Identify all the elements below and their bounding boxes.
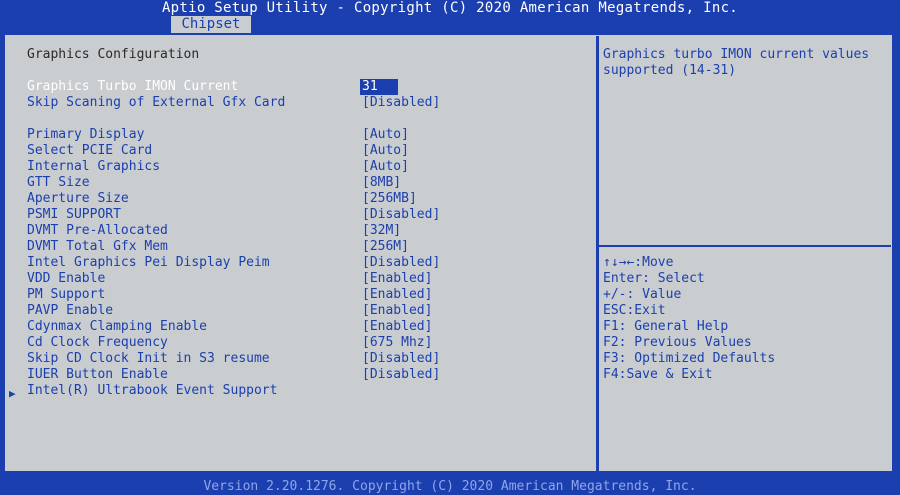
setting-label: Intel Graphics Pei Display Peim [27, 255, 270, 270]
setting-row-iuer-button-enable[interactable]: IUER Button Enable [Disabled] [27, 367, 587, 383]
setting-value[interactable]: [Disabled] [362, 255, 440, 271]
setting-label: DVMT Total Gfx Mem [27, 239, 168, 254]
section-heading: Graphics Configuration [27, 47, 200, 62]
key-hint-value: +/-: Value [603, 287, 682, 302]
setting-value[interactable]: [Disabled] [362, 367, 440, 383]
setting-label: Cd Clock Frequency [27, 335, 168, 350]
setting-label: PSMI SUPPORT [27, 207, 121, 222]
setting-label: Skip Scaning of External Gfx Card [27, 95, 286, 110]
key-hint-move: ↑↓→←:Move [603, 255, 674, 270]
setting-label: Skip CD Clock Init in S3 resume [27, 351, 270, 366]
setting-value[interactable]: [Auto] [362, 159, 409, 175]
setting-label: Graphics Turbo IMON Current [27, 79, 239, 94]
setting-label: Aperture Size [27, 191, 129, 206]
setting-row-pavp-enable[interactable]: PAVP Enable [Enabled] [27, 303, 587, 319]
key-hint-exit: ESC:Exit [603, 303, 666, 318]
setting-label: Internal Graphics [27, 159, 161, 174]
setting-row-skip-scaning-external-gfx[interactable]: Skip Scaning of External Gfx Card [Disab… [27, 95, 587, 111]
setting-value[interactable]: [Enabled] [362, 303, 432, 319]
key-hint-select: Enter: Select [603, 271, 705, 286]
setting-row-aperture-size[interactable]: Aperture Size [256MB] [27, 191, 587, 207]
setting-value[interactable]: [Disabled] [362, 95, 440, 111]
setting-row-vdd-enable[interactable]: VDD Enable [Enabled] [27, 271, 587, 287]
setting-value[interactable]: [Enabled] [362, 287, 432, 303]
submenu-label: Intel(R) Ultrabook Event Support [27, 383, 278, 398]
setting-value[interactable]: [32M] [362, 223, 401, 239]
submenu-intel-ultrabook-event-support[interactable]: Intel(R) Ultrabook Event Support [27, 383, 587, 399]
setting-label: DVMT Pre-Allocated [27, 223, 168, 238]
help-divider [599, 245, 891, 247]
panel-divider [596, 36, 599, 472]
setting-row-cdynmax-clamping-enable[interactable]: Cdynmax Clamping Enable [Enabled] [27, 319, 587, 335]
setting-value[interactable]: [Auto] [362, 143, 409, 159]
version-footer: Version 2.20.1276. Copyright (C) 2020 Am… [203, 479, 697, 494]
setting-value[interactable]: [256M] [362, 239, 409, 255]
help-text: Graphics turbo IMON current values suppo… [603, 47, 877, 78]
setting-label: Primary Display [27, 127, 145, 142]
setting-row-graphics-turbo-imon-current[interactable]: Graphics Turbo IMON Current 31 [27, 79, 587, 95]
setting-label: IUER Button Enable [27, 367, 168, 382]
tab-chipset[interactable]: Chipset [171, 16, 251, 33]
setting-value[interactable]: [256MB] [362, 191, 417, 207]
submenu-arrow-icon: ▶ [9, 387, 16, 400]
setting-label: GTT Size [27, 175, 90, 190]
key-hint-save-exit: F4:Save & Exit [603, 367, 713, 382]
setting-label: VDD Enable [27, 271, 106, 286]
setting-label: PAVP Enable [27, 303, 114, 318]
setting-value[interactable]: [Auto] [362, 127, 409, 143]
setting-row-select-pcie-card[interactable]: Select PCIE Card [Auto] [27, 143, 587, 159]
app-title: Aptio Setup Utility - Copyright (C) 2020… [161, 0, 739, 16]
setting-row-psmi-support[interactable]: PSMI SUPPORT [Disabled] [27, 207, 587, 223]
setting-row-skip-cd-clock-init-s3[interactable]: Skip CD Clock Init in S3 resume [Disable… [27, 351, 587, 367]
setting-value-input[interactable]: 31 [360, 79, 398, 95]
setting-row-intel-graphics-pei-display-peim[interactable]: Intel Graphics Pei Display Peim [Disable… [27, 255, 587, 271]
key-legend: ↑↓→←:Move Enter: Select +/-: Value ESC:E… [603, 255, 888, 383]
setting-value[interactable]: [8MB] [362, 175, 401, 191]
setting-label: Select PCIE Card [27, 143, 153, 158]
setting-value[interactable]: [Enabled] [362, 271, 432, 287]
setting-value[interactable]: [675 Mhz] [362, 335, 432, 351]
key-hint-optimized-defaults: F3: Optimized Defaults [603, 351, 776, 366]
setting-row-gtt-size[interactable]: GTT Size [8MB] [27, 175, 587, 191]
setting-label: Cdynmax Clamping Enable [27, 319, 208, 334]
setting-row-pm-support[interactable]: PM Support [Enabled] [27, 287, 587, 303]
setting-row-primary-display[interactable]: Primary Display [Auto] [27, 127, 587, 143]
setting-label: PM Support [27, 287, 106, 302]
setting-value[interactable]: [Disabled] [362, 351, 440, 367]
key-hint-previous-values: F2: Previous Values [603, 335, 752, 350]
setting-value[interactable]: [Disabled] [362, 207, 440, 223]
key-hint-general-help: F1: General Help [603, 319, 729, 334]
setting-row-dvmt-pre-allocated[interactable]: DVMT Pre-Allocated [32M] [27, 223, 587, 239]
setting-row-cd-clock-frequency[interactable]: Cd Clock Frequency [675 Mhz] [27, 335, 587, 351]
setting-row-internal-graphics[interactable]: Internal Graphics [Auto] [27, 159, 587, 175]
setting-value[interactable]: [Enabled] [362, 319, 432, 335]
setting-row-dvmt-total-gfx-mem[interactable]: DVMT Total Gfx Mem [256M] [27, 239, 587, 255]
